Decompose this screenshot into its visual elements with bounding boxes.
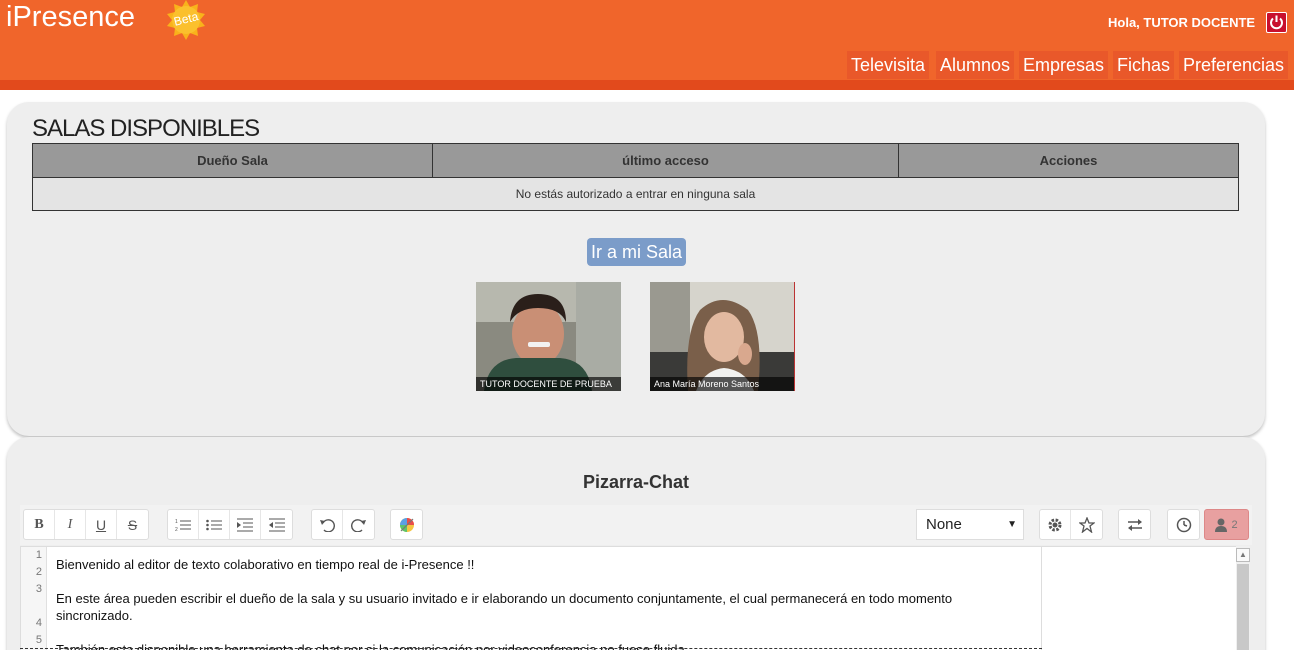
svg-text:1: 1 (175, 519, 178, 525)
swap-arrows-icon[interactable] (1119, 510, 1150, 539)
color-group (390, 509, 423, 540)
line-number: 2 (35, 566, 42, 578)
guest-video-frame (650, 282, 794, 391)
sync-group (1118, 509, 1151, 540)
italic-icon[interactable]: I (55, 510, 86, 539)
app-logo[interactable]: iPresence (6, 1, 135, 34)
users-button[interactable]: 2 (1204, 509, 1249, 540)
table-row: No estás autorizado a entrar en ninguna … (32, 177, 1239, 211)
header-underline (0, 80, 1294, 90)
text-editor[interactable]: 1 2 3 4 5 Bienvenido al editor de texto … (20, 546, 1042, 650)
line-number-gutter: 1 2 3 4 5 (21, 547, 47, 650)
logout-button[interactable] (1266, 12, 1287, 33)
format-group: B I U S (23, 509, 149, 540)
scroll-thumb[interactable] (1237, 564, 1249, 650)
clock-icon[interactable] (1168, 510, 1199, 539)
history-clock-group (1167, 509, 1200, 540)
video-label: TUTOR DOCENTE DE PRUEBA (476, 377, 621, 391)
line-number: 5 (35, 634, 42, 646)
settings-group (1039, 509, 1103, 540)
nav-preferencias[interactable]: Preferencias (1179, 51, 1289, 79)
go-to-my-room-button[interactable]: Ir a mi Sala (587, 238, 686, 266)
redo-icon[interactable] (343, 510, 374, 539)
nav-empresas[interactable]: Empresas (1019, 51, 1109, 79)
user-icon (1215, 518, 1228, 532)
pizarra-title: Pizarra-Chat (582, 472, 690, 492)
col-acciones: Acciones (898, 143, 1239, 178)
editor-line: En este área pueden escribir el dueño de… (56, 591, 953, 606)
table-header-row: Dueño Sala último acceso Acciones (32, 143, 1239, 178)
salas-title: SALAS DISPONIBLES (32, 115, 260, 142)
style-select-value: None (926, 516, 962, 533)
editor-scrollbar[interactable]: ▲ (1236, 546, 1250, 650)
cursor-guide-line (20, 648, 1042, 649)
underline-icon[interactable]: U (86, 510, 117, 539)
line-number: 1 (35, 549, 42, 561)
tutor-video-frame (476, 282, 621, 391)
style-select[interactable]: None ▼ (916, 509, 1024, 540)
users-count: 2 (1231, 518, 1238, 531)
svg-text:2: 2 (175, 527, 178, 532)
scroll-up-icon[interactable]: ▲ (1236, 548, 1250, 562)
line-number: 4 (35, 617, 42, 629)
user-greeting: Hola, TUTOR DOCENTE (1108, 15, 1256, 30)
line-number: 3 (35, 583, 42, 595)
outdent-icon[interactable] (261, 510, 292, 539)
chevron-down-icon: ▼ (1007, 519, 1017, 530)
chat-side-area (1042, 546, 1236, 650)
indent-icon[interactable] (230, 510, 261, 539)
video-tutor[interactable]: TUTOR DOCENTE DE PRUEBA (476, 282, 621, 391)
beta-badge: Beta (166, 0, 206, 40)
editor-line: sincronizado. (56, 608, 133, 623)
col-dueno-sala: Dueño Sala (32, 143, 433, 178)
empty-message: No estás autorizado a entrar en ninguna … (32, 177, 1239, 211)
unordered-list-icon[interactable] (199, 510, 230, 539)
star-icon[interactable] (1071, 510, 1102, 539)
power-icon (1270, 15, 1283, 30)
col-ultimo-acceso: último acceso (432, 143, 899, 178)
undo-icon[interactable] (312, 510, 343, 539)
list-group: 12 (167, 509, 293, 540)
history-group (311, 509, 375, 540)
editor-toolbar: B I U S 12 None ▼ 2 (20, 505, 1252, 545)
video-guest[interactable]: Ana María Moreno Santos (650, 282, 795, 391)
strikethrough-icon[interactable]: S (117, 510, 148, 539)
gear-icon[interactable] (1040, 510, 1071, 539)
salas-table: Dueño Sala último acceso Acciones No est… (32, 143, 1239, 211)
nav-alumnos[interactable]: Alumnos (936, 51, 1015, 79)
nav-fichas[interactable]: Fichas (1113, 51, 1175, 79)
editor-line: Bienvenido al editor de texto colaborati… (56, 557, 475, 572)
color-picker-icon[interactable] (391, 510, 422, 539)
ordered-list-icon[interactable]: 12 (168, 510, 199, 539)
video-label: Ana María Moreno Santos (650, 377, 794, 391)
nav-televisita[interactable]: Televisita (847, 51, 930, 79)
bold-icon[interactable]: B (24, 510, 55, 539)
